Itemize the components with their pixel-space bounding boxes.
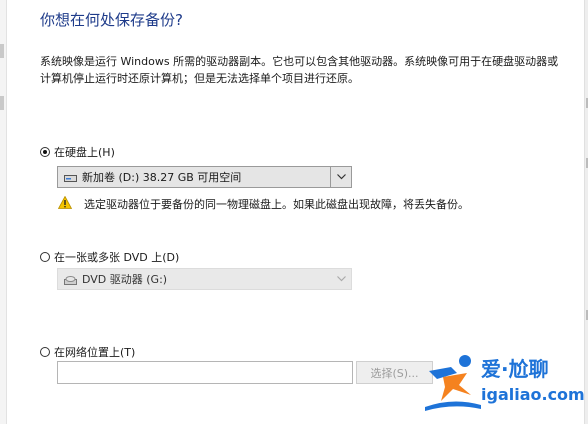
hard-disk-drive-value: 新加卷 (D:) 38.27 GB 可用空间	[82, 171, 242, 184]
radio-network-label: 在网络位置上(T)	[54, 346, 136, 359]
watermark-url: igaliao.com	[481, 385, 585, 404]
edge-mark	[0, 96, 4, 110]
radio-button[interactable]	[40, 252, 50, 262]
dvd-drive-select[interactable]: DVD 驱动器 (G:)	[57, 268, 352, 290]
warning-icon	[57, 195, 73, 212]
hard-drive-icon	[64, 173, 77, 182]
left-window-edge	[0, 0, 7, 424]
edge-mark	[0, 44, 4, 58]
watermark: 爱·尬聊 igaliao.com	[423, 347, 585, 417]
radio-button[interactable]	[40, 347, 50, 357]
description-text: 系统映像是运行 Windows 所需的驱动器副本。它也可以包含其他驱动器。系统映…	[40, 55, 559, 85]
watermark-logo-icon	[425, 355, 481, 411]
chevron-down-icon[interactable]	[330, 167, 351, 187]
hard-disk-drive-select[interactable]: 新加卷 (D:) 38.27 GB 可用空间	[57, 166, 352, 188]
choose-location-button[interactable]: 选择(S)...	[356, 361, 433, 384]
page-title: 你想在何处保存备份?	[40, 11, 183, 29]
warning-text: 选定驱动器位于要备份的同一物理磁盘上。如果此磁盘出现故障，将丢失备份。	[84, 198, 469, 211]
radio-hard-disk[interactable]: 在硬盘上(H)	[40, 144, 115, 160]
chevron-down-icon[interactable]	[331, 269, 351, 289]
dvd-drive-icon	[64, 275, 77, 285]
radio-dvd-label: 在一张或多张 DVD 上(D)	[54, 251, 180, 264]
radio-button[interactable]	[40, 147, 50, 157]
radio-network[interactable]: 在网络位置上(T)	[40, 344, 135, 360]
right-window-edge	[584, 0, 588, 424]
network-path-input[interactable]	[57, 361, 353, 384]
radio-hard-disk-label: 在硬盘上(H)	[54, 146, 115, 159]
radio-dvd[interactable]: 在一张或多张 DVD 上(D)	[40, 249, 179, 265]
watermark-brand: 爱·尬聊	[481, 357, 549, 381]
same-disk-warning: 选定驱动器位于要备份的同一物理磁盘上。如果此磁盘出现故障，将丢失备份。	[57, 195, 469, 212]
dvd-drive-value: DVD 驱动器 (G:)	[82, 273, 168, 286]
